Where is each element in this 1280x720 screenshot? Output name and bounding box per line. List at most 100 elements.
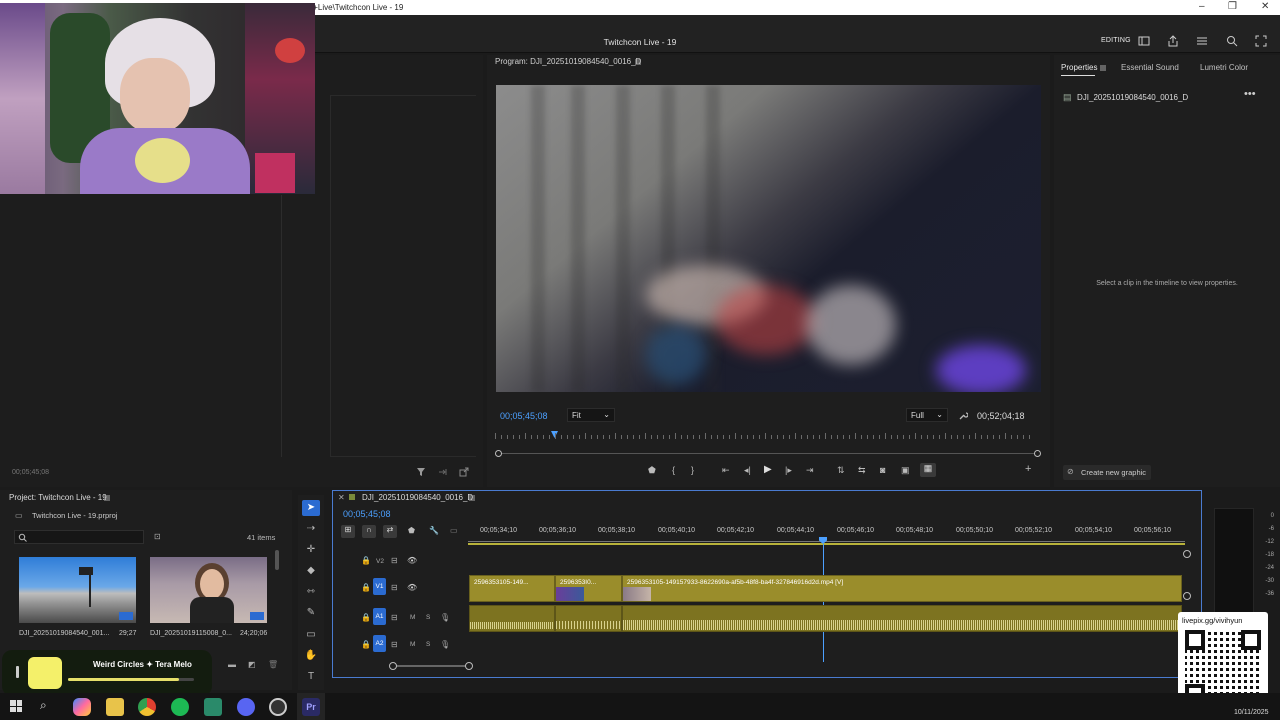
obs-icon[interactable] xyxy=(269,698,287,716)
minimize-icon[interactable]: – xyxy=(1199,1,1205,12)
spotify-icon[interactable] xyxy=(171,698,189,716)
new-item-icon[interactable]: ▬ xyxy=(228,660,236,669)
close-sequence-icon[interactable]: ✕ xyxy=(338,493,345,502)
more-options-icon[interactable]: ••• xyxy=(1244,88,1256,100)
timeline-timecode[interactable]: 00;05;45;08 xyxy=(343,509,391,519)
video-clip[interactable]: 2596353I0... xyxy=(555,575,622,602)
insert-sequence-icon[interactable]: ⊞ xyxy=(341,525,355,538)
razor-tool-icon[interactable]: ◆ xyxy=(302,563,320,579)
project-search-field[interactable] xyxy=(14,530,144,544)
step-back-icon[interactable]: ◂| xyxy=(744,465,751,476)
sequence-tab[interactable]: DJI_20251019084540_0016_D xyxy=(362,493,473,502)
timeline-scroll-handle-right[interactable] xyxy=(465,662,473,670)
timeline-scrollbar[interactable] xyxy=(393,665,469,667)
linked-selection-icon[interactable]: ⇄ xyxy=(383,525,397,538)
lock-icon[interactable]: 🔒 xyxy=(361,583,371,592)
tab-essential-sound[interactable]: Essential Sound xyxy=(1121,63,1179,72)
workspace-label[interactable]: EDITING xyxy=(1101,37,1131,44)
panel-menu-icon[interactable] xyxy=(103,494,111,502)
sync-lock-icon[interactable]: ⊟ xyxy=(391,640,398,649)
step-forward-icon[interactable]: |▸ xyxy=(785,465,792,476)
quality-dropdown[interactable]: Full ⌄ xyxy=(906,408,948,422)
filter-icon[interactable] xyxy=(416,467,426,477)
file-explorer-icon[interactable] xyxy=(106,698,124,716)
rectangle-tool-icon[interactable]: ▭ xyxy=(302,627,320,643)
program-scrollbar[interactable] xyxy=(498,453,1040,454)
search-icon[interactable] xyxy=(1226,35,1238,47)
program-current-timecode[interactable]: 00;05;45;08 xyxy=(500,411,548,421)
new-bin-bottom-icon[interactable]: ◩ xyxy=(248,660,256,669)
create-new-graphic-button[interactable]: ⊘ Create new graphic xyxy=(1063,465,1151,480)
play-icon[interactable]: ▶ xyxy=(764,464,772,475)
video-clip[interactable]: 2596353105-149157933-8622690a-af5b-48f8-… xyxy=(622,575,1182,602)
track-target-a2[interactable]: A2 xyxy=(373,635,386,652)
add-button-icon[interactable]: + xyxy=(1025,463,1031,475)
vertical-zoom-handle[interactable] xyxy=(1183,592,1191,600)
trash-icon[interactable]: 🗑 xyxy=(268,660,278,669)
go-to-in-icon[interactable]: ⇤ xyxy=(722,465,730,476)
wrench-icon[interactable] xyxy=(958,411,968,421)
sync-lock-icon[interactable]: ⊟ xyxy=(391,556,398,565)
extract-icon[interactable]: ⇆ xyxy=(858,465,866,476)
captions-icon[interactable]: ▭ xyxy=(450,526,458,535)
comparison-icon[interactable]: ▣ xyxy=(901,465,910,476)
discord-icon[interactable] xyxy=(237,698,255,716)
insert-icon[interactable] xyxy=(438,467,448,477)
panel-icon[interactable] xyxy=(1138,35,1150,47)
audio-clip[interactable] xyxy=(555,605,622,632)
timeline-scroll-handle-left[interactable] xyxy=(389,662,397,670)
scroll-handle-left[interactable] xyxy=(495,450,502,457)
sync-lock-icon[interactable]: ⊟ xyxy=(391,613,398,622)
tab-lumetri-color[interactable]: Lumetri Color xyxy=(1200,63,1248,72)
vertical-zoom-handle[interactable] xyxy=(1183,550,1191,558)
lock-icon[interactable]: 🔒 xyxy=(361,640,371,649)
project-search-input[interactable] xyxy=(31,532,141,542)
timeline-settings-icon[interactable]: 🔧 xyxy=(429,526,439,535)
audio-clip[interactable] xyxy=(469,605,555,632)
track-target-v1[interactable]: V1 xyxy=(373,578,386,595)
lock-icon[interactable]: 🔒 xyxy=(361,613,371,622)
selection-tool-icon[interactable]: ➤ xyxy=(302,500,320,516)
panel-menu-icon[interactable] xyxy=(468,494,476,502)
menu-icon[interactable] xyxy=(1196,35,1208,47)
lift-icon[interactable]: ⇅ xyxy=(837,465,845,476)
panel-menu-icon[interactable] xyxy=(634,58,642,66)
microphone-icon[interactable]: 🎙 xyxy=(440,640,450,649)
sync-lock-icon[interactable]: ⊟ xyxy=(391,583,398,592)
project-scrollbar[interactable] xyxy=(275,550,279,570)
mute-button[interactable]: M xyxy=(410,614,415,621)
mute-button[interactable]: M xyxy=(410,641,415,648)
snap-icon[interactable]: ∩ xyxy=(362,525,376,538)
pen-tool-icon[interactable]: ✎ xyxy=(302,605,320,621)
work-area-bar[interactable] xyxy=(468,543,1185,545)
program-ruler[interactable] xyxy=(495,430,1043,442)
mark-in-icon[interactable]: { xyxy=(672,465,675,475)
tab-properties[interactable]: Properties xyxy=(1061,63,1097,72)
project-item-thumbnail[interactable] xyxy=(150,557,267,623)
eye-icon[interactable]: 👁 xyxy=(407,556,417,565)
eye-icon[interactable]: 👁 xyxy=(407,583,417,592)
ripple-edit-icon[interactable]: ✛ xyxy=(302,542,320,558)
lock-icon[interactable]: 🔒 xyxy=(361,556,371,565)
copilot-icon[interactable] xyxy=(73,698,91,716)
track-select-icon[interactable]: ⇢ xyxy=(302,521,320,537)
track-target-a1[interactable]: A1 xyxy=(373,608,386,625)
add-marker-icon[interactable]: ⬟ xyxy=(408,526,415,535)
slip-tool-icon[interactable]: ⇿ xyxy=(302,584,320,600)
solo-button[interactable]: S xyxy=(426,614,430,621)
proxy-toggle-icon[interactable]: ▦ xyxy=(920,463,936,477)
search-icon[interactable]: ⌕ xyxy=(40,698,47,713)
close-icon[interactable]: ✕ xyxy=(1261,1,1269,12)
drag-handle-icon[interactable] xyxy=(16,666,19,678)
windows-start-icon[interactable] xyxy=(10,700,22,712)
new-bin-icon[interactable]: ⊡ xyxy=(154,532,161,541)
audio-clip[interactable] xyxy=(622,605,1182,632)
project-item-thumbnail[interactable] xyxy=(19,557,136,623)
camera-icon[interactable]: ◙ xyxy=(880,465,885,475)
mark-out-icon[interactable]: } xyxy=(691,465,694,475)
panel-menu-icon[interactable] xyxy=(1099,64,1107,72)
solo-button[interactable]: S xyxy=(426,641,430,648)
fullscreen-icon[interactable] xyxy=(1255,35,1267,47)
go-to-out-icon[interactable]: ⇥ xyxy=(806,465,814,476)
fit-dropdown[interactable]: Fit ⌄ xyxy=(567,408,615,422)
